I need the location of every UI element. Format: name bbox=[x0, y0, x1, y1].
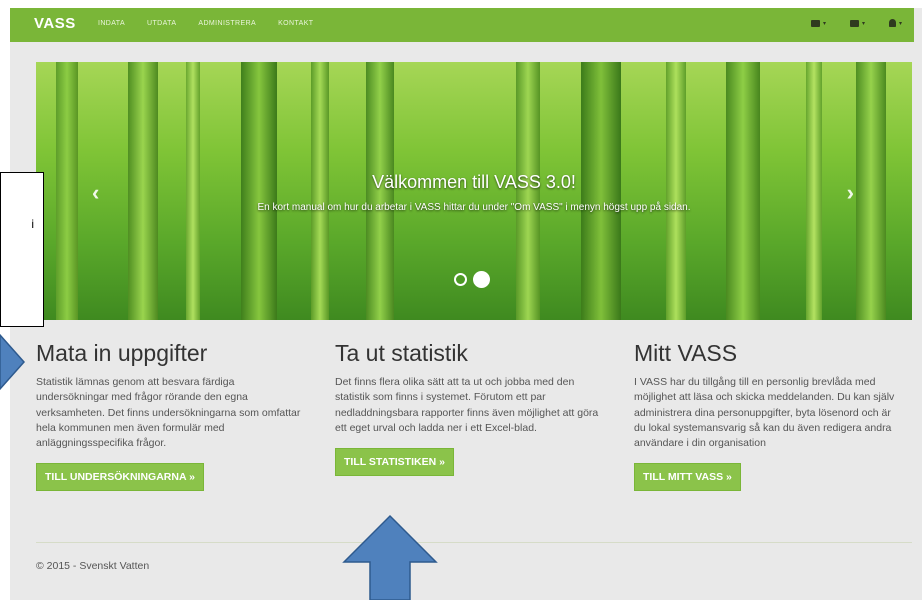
annotation-arrow-up-icon bbox=[342, 514, 438, 600]
nav-right-menu: ▾ ▾ ▾ bbox=[810, 19, 902, 27]
column-text: Statistik lämnas genom att besvara färdi… bbox=[36, 376, 301, 450]
annotation-callout-box: i bbox=[0, 172, 44, 327]
column-mata-in: Mata in uppgifter Statistik lämnas genom… bbox=[36, 340, 304, 492]
chevron-down-icon: ▾ bbox=[822, 20, 826, 27]
nav-link-indata[interactable]: INDATA bbox=[98, 20, 125, 27]
chevron-down-icon: ▾ bbox=[861, 20, 865, 27]
column-text: I VASS har du tillgång till en personlig… bbox=[634, 376, 895, 450]
nav-links: INDATA UTDATA ADMINISTRERA KONTAKT bbox=[98, 20, 313, 27]
nav-link-administrera[interactable]: ADMINISTRERA bbox=[198, 20, 256, 27]
user-dropdown[interactable]: ▾ bbox=[888, 19, 902, 27]
till-statistiken-button[interactable]: TILL STATISTIKEN » bbox=[335, 448, 454, 477]
footer-divider bbox=[36, 542, 912, 543]
brand-logo[interactable]: VASS bbox=[34, 15, 76, 32]
nav-link-utdata[interactable]: UTDATA bbox=[147, 20, 176, 27]
carousel-indicator-1[interactable] bbox=[454, 273, 467, 286]
column-heading: Mitt VASS bbox=[634, 340, 738, 366]
carousel-indicator-2[interactable] bbox=[473, 271, 490, 288]
column-heading: Ta ut statistik bbox=[335, 340, 468, 366]
mail-dropdown[interactable]: ▾ bbox=[810, 19, 826, 27]
carousel-caption: Välkommen till VASS 3.0! En kort manual … bbox=[36, 172, 912, 215]
mail-icon bbox=[810, 19, 820, 27]
carousel-indicators bbox=[454, 271, 490, 288]
carousel-text: En kort manual om hur du arbetar i VASS … bbox=[257, 202, 691, 213]
till-mitt-vass-button[interactable]: TILL MITT VASS » bbox=[634, 463, 741, 492]
carousel-title: Välkommen till VASS 3.0! bbox=[372, 172, 576, 192]
chevron-down-icon: ▾ bbox=[898, 20, 902, 27]
till-undersokningarna-button[interactable]: TILL UNDERSÖKNINGARNA » bbox=[36, 463, 204, 492]
column-heading: Mata in uppgifter bbox=[36, 340, 208, 366]
list-icon bbox=[849, 19, 859, 27]
column-text: Det finns flera olika sätt att ta ut och… bbox=[335, 376, 599, 434]
top-navbar: VASS INDATA UTDATA ADMINISTRERA KONTAKT … bbox=[10, 8, 914, 42]
nav-link-kontakt[interactable]: KONTAKT bbox=[278, 20, 313, 27]
footer-copyright: © 2015 - Svenskt Vatten bbox=[36, 560, 150, 572]
user-icon bbox=[888, 19, 896, 27]
callout-text: i bbox=[31, 217, 34, 231]
column-mitt-vass: Mitt VASS I VASS har du tillgång till en… bbox=[634, 340, 902, 492]
annotation-arrow-right-icon bbox=[0, 333, 26, 391]
hero-carousel: ‹ › Välkommen till VASS 3.0! En kort man… bbox=[36, 62, 912, 320]
list-dropdown[interactable]: ▾ bbox=[849, 19, 865, 27]
column-ta-ut-statistik: Ta ut statistik Det finns flera olika sä… bbox=[335, 340, 603, 477]
